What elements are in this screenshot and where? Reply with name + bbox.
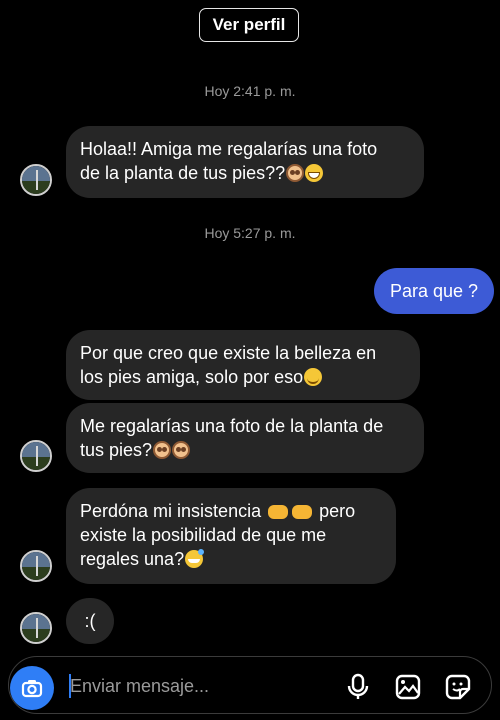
sticker-button[interactable]	[444, 673, 472, 701]
grinning-face-emoji-icon	[305, 164, 324, 182]
message-text-line: de la planta de tus pies??	[80, 161, 410, 185]
message-text: Perdóna mi insistencia	[80, 501, 262, 521]
message-text: :(	[84, 611, 96, 631]
camera-icon	[21, 680, 43, 698]
message-text: regales una?	[80, 549, 185, 569]
message-text-line: existe la posibilidad de que me	[80, 525, 327, 545]
message-text-line: Holaa!! Amiga me regalarías una foto	[80, 139, 378, 159]
message-text-line: regales una?	[80, 547, 382, 571]
speak-no-evil-monkey-emoji-icon	[172, 441, 191, 459]
see-no-evil-monkey-emoji-icon	[153, 441, 172, 459]
message-text: Para que ?	[389, 281, 479, 301]
gallery-button[interactable]	[394, 673, 422, 701]
smiling-face-emoji-icon	[304, 368, 323, 386]
pointing-hand-emoji-icon	[268, 505, 289, 519]
avatar[interactable]	[20, 164, 52, 196]
microphone-icon	[347, 673, 369, 699]
microphone-button[interactable]	[344, 673, 372, 701]
message-text-line: Me regalarías una foto de la planta de	[80, 416, 384, 436]
message-text-line: Perdóna mi insistencia pero	[80, 499, 382, 523]
avatar[interactable]	[20, 612, 52, 644]
incoming-message[interactable]: Holaa!! Amiga me regalarías una foto de …	[66, 126, 424, 198]
view-profile-button[interactable]: Ver perfil	[199, 8, 299, 42]
message-text-line: tus pies?	[80, 438, 410, 462]
incoming-message[interactable]: Me regalarías una foto de la planta de t…	[66, 403, 424, 473]
message-text-line: los pies amiga, solo por eso	[80, 365, 406, 389]
message-text: de la planta de tus pies??	[80, 163, 286, 183]
camera-button[interactable]	[10, 666, 54, 710]
sweat-smile-emoji-icon	[185, 549, 205, 568]
timestamp: Hoy 2:41 p. m.	[204, 83, 296, 99]
avatar[interactable]	[20, 440, 52, 472]
message-input[interactable]: Enviar mensaje...	[70, 676, 209, 697]
message-text: pero	[319, 501, 356, 521]
message-text: tus pies?	[80, 440, 153, 460]
sticker-icon	[445, 674, 471, 700]
message-text: los pies amiga, solo por eso	[80, 367, 304, 387]
incoming-message[interactable]: Por que creo que existe la belleza en lo…	[66, 330, 420, 400]
incoming-message[interactable]: :(	[66, 598, 114, 644]
see-no-evil-monkey-emoji-icon	[286, 164, 305, 182]
gallery-icon	[395, 674, 421, 700]
incoming-message[interactable]: Perdóna mi insistencia pero existe la po…	[66, 488, 396, 584]
pointing-hand-emoji-icon	[292, 505, 313, 519]
message-text-line: Por que creo que existe la belleza en	[80, 343, 377, 363]
outgoing-message[interactable]: Para que ?	[374, 268, 494, 314]
timestamp: Hoy 5:27 p. m.	[204, 225, 296, 241]
avatar[interactable]	[20, 550, 52, 582]
